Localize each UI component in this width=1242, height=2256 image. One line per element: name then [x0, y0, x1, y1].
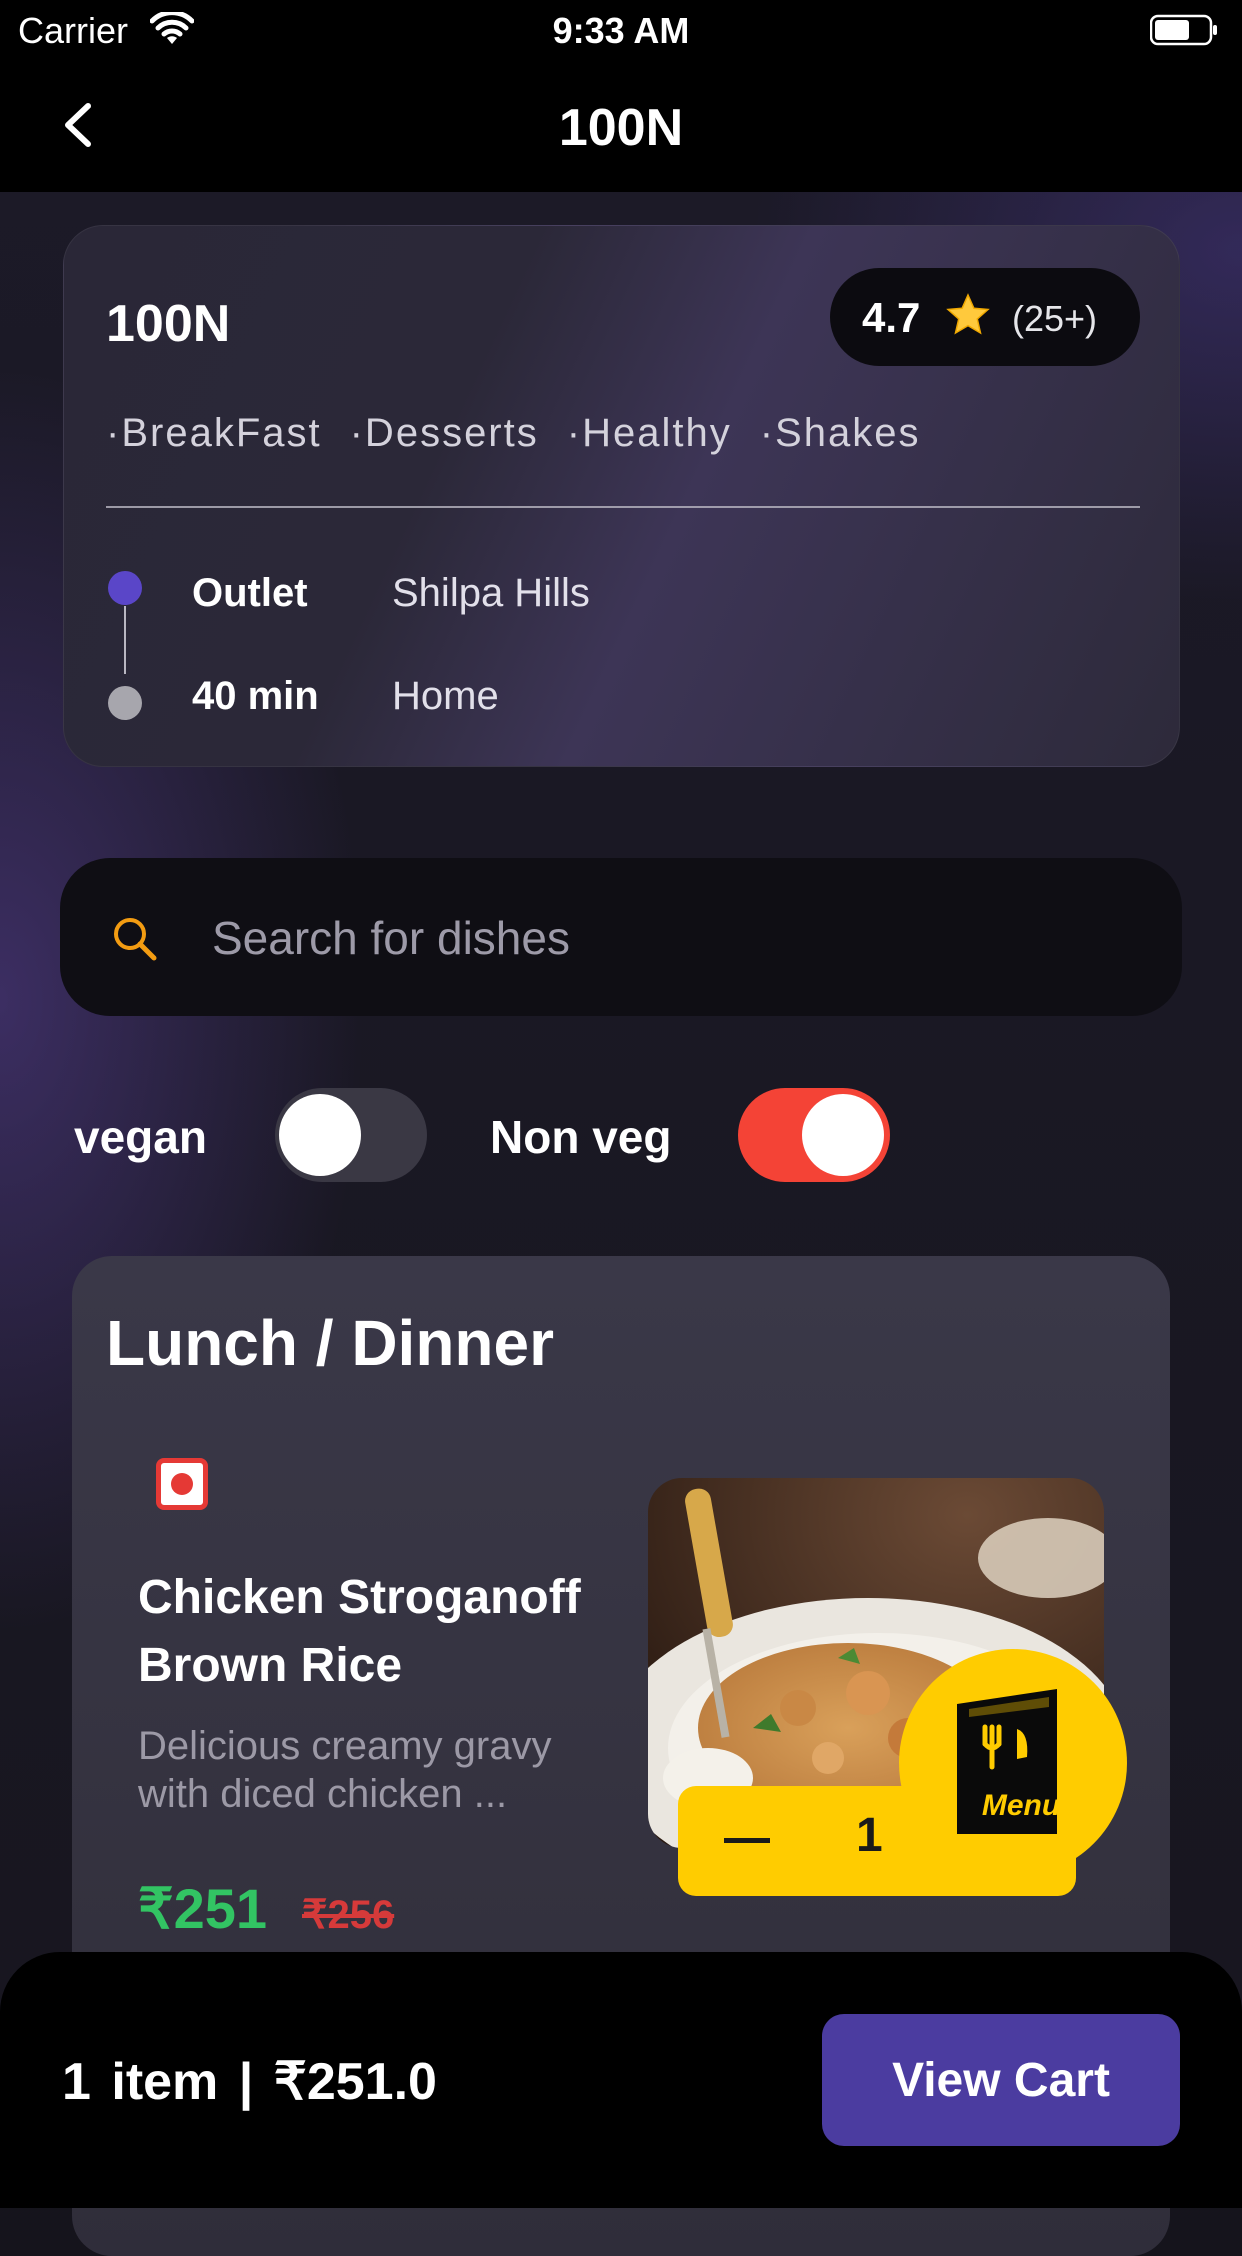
menu-fab-button[interactable]: Menu — [899, 1649, 1127, 1877]
nav-bar: 100N — [0, 62, 1242, 192]
menu-fab-label: Menu — [981, 1789, 1061, 1822]
search-bar[interactable] — [60, 858, 1182, 1016]
outlet-value: Shilpa Hills — [392, 571, 590, 615]
cuisine-tag: ·Shakes — [759, 411, 921, 455]
view-cart-button[interactable]: View Cart — [822, 2014, 1180, 2146]
restaurant-menu-icon — [957, 1689, 1057, 1834]
clock: 9:33 AM — [552, 10, 690, 51]
star-icon — [946, 293, 990, 335]
destination-dot — [108, 686, 142, 720]
restaurant-name: 100N — [106, 295, 231, 353]
cuisine-tag: ·Healthy — [566, 411, 732, 455]
rating-value: 4.7 — [862, 294, 921, 341]
cart-summary: 1 item | ₹251.0 — [62, 2053, 437, 2111]
toggle-knob — [279, 1094, 361, 1176]
route-line — [124, 606, 126, 674]
dish-name[interactable]: Chicken Stroganoff Brown Rice — [138, 1564, 618, 1700]
non-veg-indicator-icon — [156, 1458, 208, 1510]
rating-badge[interactable]: 4.7 (25+) — [830, 268, 1140, 366]
dish-description: Delicious creamy gravy with diced chicke… — [138, 1724, 552, 1816]
dish-original-price: ₹256 — [302, 1893, 395, 1937]
restaurant-info-card: 100N 4.7 (25+) ·BreakFast ·Desserts ·Healt… — [63, 225, 1180, 767]
non-veg-toggle[interactable] — [738, 1088, 890, 1182]
dish-price: ₹251 — [138, 1877, 268, 1940]
battery-icon — [1150, 14, 1217, 46]
search-input[interactable] — [210, 898, 1114, 978]
status-bar: Carrier 9:33 AM — [0, 0, 1242, 62]
rating-count: (25+) — [1012, 298, 1098, 339]
delivery-destination: Home — [392, 674, 499, 718]
quantity-value: 1 — [856, 1809, 883, 1862]
indicator-dot — [171, 1473, 193, 1495]
decrement-button[interactable] — [724, 1838, 770, 1843]
outlet-dot — [108, 571, 142, 605]
cuisine-tag: ·BreakFast — [106, 411, 322, 455]
search-icon — [114, 918, 157, 961]
cuisine-tag: ·Desserts — [349, 411, 539, 455]
page-title: 100N — [558, 99, 684, 157]
vegan-toggle-label: vegan — [74, 1111, 207, 1163]
section-title: Lunch / Dinner — [106, 1307, 554, 1379]
outlet-label: Outlet — [192, 571, 308, 615]
cuisine-tags: ·BreakFast ·Desserts ·Healthy ·Shakes — [106, 411, 948, 456]
vegan-toggle[interactable] — [275, 1088, 427, 1182]
toggle-knob — [802, 1094, 884, 1176]
eta-label: 40 min — [192, 674, 319, 718]
cart-bar: 1 item | ₹251.0 View Cart — [0, 1952, 1242, 2208]
non-veg-toggle-label: Non veg — [490, 1111, 672, 1163]
divider — [106, 506, 1140, 508]
